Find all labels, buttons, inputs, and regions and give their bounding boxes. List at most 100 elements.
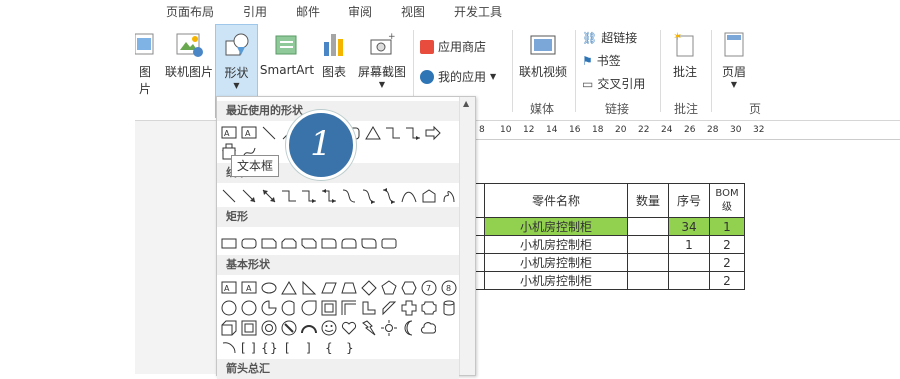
pentagon-shape-icon[interactable] [380, 279, 398, 297]
tab-mailings[interactable]: 邮件 [296, 3, 320, 20]
triangle-shape-icon[interactable] [280, 279, 298, 297]
curved-arrow-connector-icon[interactable] [360, 187, 378, 205]
hyperlink-button[interactable]: ⛓ 超链接 [582, 29, 637, 46]
header-button[interactable]: 页眉 ▼ [719, 30, 749, 89]
line-shape-icon[interactable] [220, 187, 238, 205]
double-bracket-shape-icon[interactable]: [] [240, 338, 258, 356]
triangle-shape-icon[interactable] [364, 124, 382, 142]
double-arrow-line-shape-icon[interactable] [260, 187, 278, 205]
arc-shape-icon[interactable] [220, 338, 238, 356]
line-shape-icon[interactable] [260, 124, 278, 142]
elbow-connector-icon[interactable] [384, 124, 402, 142]
cell-qty[interactable] [627, 217, 669, 236]
online-video-button[interactable]: 联机视频 [517, 30, 569, 80]
picture-button[interactable]: 图片 [134, 30, 155, 97]
double-brace-shape-icon[interactable]: {} [260, 338, 278, 356]
arrow-line-shape-icon[interactable] [240, 187, 258, 205]
left-bracket-shape-icon[interactable]: [ [280, 338, 298, 356]
donut-shape-icon[interactable] [260, 319, 278, 337]
diagonal-stripe-shape-icon[interactable] [380, 299, 398, 317]
cloud-shape-icon[interactable] [420, 319, 438, 337]
cell-seq[interactable] [668, 253, 710, 272]
right-triangle-shape-icon[interactable] [300, 279, 318, 297]
cell-bom[interactable]: 2 [709, 235, 745, 254]
can-shape-icon[interactable] [440, 299, 458, 317]
vertical-textbox-shape-icon[interactable]: A [240, 124, 258, 142]
pie-shape-icon[interactable] [260, 299, 278, 317]
cross-reference-button[interactable]: ▭ 交叉引用 [582, 75, 645, 92]
tab-developer[interactable]: 开发工具 [454, 3, 502, 20]
snip-same-side-rectangle-icon[interactable] [280, 234, 298, 252]
lightning-bolt-shape-icon[interactable] [360, 319, 378, 337]
round-diagonal-rectangle-icon[interactable] [360, 234, 378, 252]
heptagon-shape-icon[interactable]: 7 [420, 279, 438, 297]
curved-connector-icon[interactable] [340, 187, 358, 205]
heart-shape-icon[interactable] [340, 319, 358, 337]
cube-shape-icon[interactable] [220, 319, 238, 337]
bookmark-button[interactable]: ⚑ 书签 [582, 52, 621, 69]
my-apps-button[interactable]: 我的应用 ▼ [420, 68, 496, 85]
vertical-textbox-shape-icon[interactable]: A [240, 279, 258, 297]
textbox-shape-icon[interactable]: A [220, 124, 238, 142]
bevel-shape-icon[interactable] [240, 319, 258, 337]
decagon-shape-icon[interactable] [220, 299, 238, 317]
snip-corner-rectangle-icon[interactable] [260, 234, 278, 252]
left-brace-shape-icon[interactable]: { [320, 338, 338, 356]
tab-review[interactable]: 审阅 [348, 3, 372, 20]
chord-shape-icon[interactable] [280, 299, 298, 317]
textbox-shape-icon[interactable]: A [220, 279, 238, 297]
trapezoid-shape-icon[interactable] [340, 279, 358, 297]
parallelogram-shape-icon[interactable] [320, 279, 338, 297]
elbow-connector-icon[interactable] [404, 124, 422, 142]
cross-shape-icon[interactable] [400, 299, 418, 317]
cell-seq[interactable]: 1 [668, 235, 710, 254]
tab-view[interactable]: 视图 [401, 3, 425, 20]
octagon-shape-icon[interactable]: 8 [440, 279, 458, 297]
cell-part-name[interactable]: 小机房控制柜 [484, 235, 628, 254]
dropdown-scrollbar[interactable]: ▲ [459, 97, 475, 375]
rectangle-shape-icon[interactable] [220, 234, 238, 252]
right-brace-shape-icon[interactable]: } [340, 338, 358, 356]
tab-page-layout[interactable]: 页面布局 [166, 3, 214, 20]
cell-part-name[interactable]: 小机房控制柜 [484, 217, 628, 236]
moon-shape-icon[interactable] [400, 319, 418, 337]
rounded-rectangle-shape-icon[interactable] [380, 234, 398, 252]
chart-button[interactable]: 图表 [318, 30, 350, 80]
round-same-side-rectangle-icon[interactable] [340, 234, 358, 252]
freeform-shape-icon[interactable] [420, 187, 438, 205]
elbow-connector-icon[interactable] [280, 187, 298, 205]
rounded-rectangle-shape-icon[interactable] [240, 234, 258, 252]
elbow-double-arrow-connector-icon[interactable] [320, 187, 338, 205]
hexagon-shape-icon[interactable] [400, 279, 418, 297]
comment-button[interactable]: ✶ 批注 [667, 30, 703, 80]
plaque-shape-icon[interactable] [420, 299, 438, 317]
frame-shape-icon[interactable] [320, 299, 338, 317]
header-part-name[interactable]: 零件名称 [484, 183, 628, 218]
right-bracket-shape-icon[interactable]: ] [300, 338, 318, 356]
right-arrow-shape-icon[interactable] [424, 124, 442, 142]
diamond-shape-icon[interactable] [360, 279, 378, 297]
cell-qty[interactable] [627, 271, 669, 290]
l-shape-icon[interactable] [360, 299, 378, 317]
smartart-button[interactable]: SmartArt [259, 30, 315, 77]
tab-references[interactable]: 引用 [243, 3, 267, 20]
app-store-button[interactable]: 应用商店 [420, 38, 486, 55]
cell-part-name[interactable]: 小机房控制柜 [484, 253, 628, 272]
round-corner-rectangle-icon[interactable] [320, 234, 338, 252]
half-frame-shape-icon[interactable] [340, 299, 358, 317]
dodecagon-shape-icon[interactable] [240, 299, 258, 317]
screenshot-button[interactable]: + 屏幕截图 ▼ [354, 30, 410, 89]
cell-qty[interactable] [627, 235, 669, 254]
cell-bom[interactable]: 1 [709, 217, 745, 236]
curved-double-arrow-connector-icon[interactable] [380, 187, 398, 205]
header-seq[interactable]: 序号 [668, 183, 710, 218]
oval-shape-icon[interactable] [260, 279, 278, 297]
elbow-arrow-connector-icon[interactable] [300, 187, 318, 205]
online-picture-button[interactable]: 联机图片 [163, 30, 215, 80]
teardrop-shape-icon[interactable] [300, 299, 318, 317]
cell-bom[interactable]: 2 [709, 271, 745, 290]
cell-seq[interactable] [668, 271, 710, 290]
header-qty[interactable]: 数量 [627, 183, 669, 218]
cell-bom[interactable]: 2 [709, 253, 745, 272]
cell-part-name[interactable]: 小机房控制柜 [484, 271, 628, 290]
